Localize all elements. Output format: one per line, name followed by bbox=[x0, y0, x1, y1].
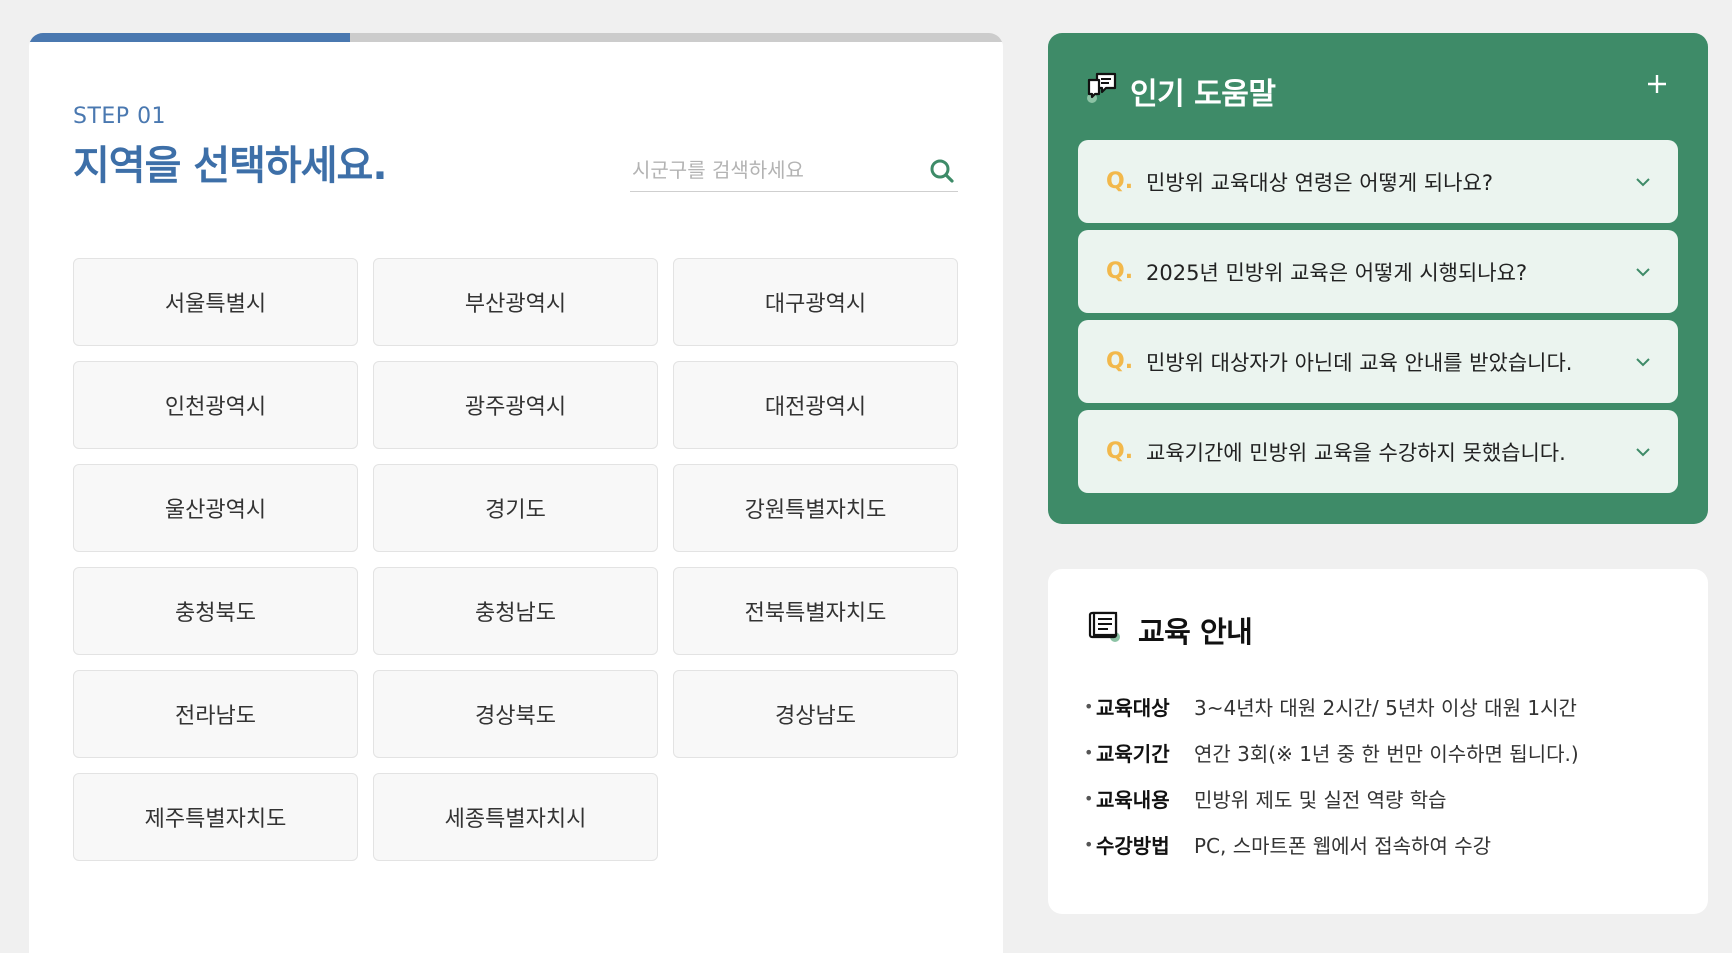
region-button[interactable]: 울산광역시 bbox=[73, 464, 358, 552]
region-button[interactable]: 경기도 bbox=[373, 464, 658, 552]
info-label: 교육내용 bbox=[1096, 787, 1170, 812]
region-button[interactable]: 경상남도 bbox=[673, 670, 958, 758]
faq-question: 2025년 민방위 교육은 어떻게 시행되나요? bbox=[1146, 260, 1528, 285]
bullet-icon: • bbox=[1084, 834, 1094, 854]
chevron-down-icon[interactable] bbox=[1634, 173, 1652, 191]
faq-list: Q. 민방위 교육대상 연령은 어떻게 되나요? Q. 2025년 민방위 교육은 어… bbox=[1078, 140, 1678, 500]
region-button[interactable]: 충청남도 bbox=[373, 567, 658, 655]
chevron-down-icon[interactable] bbox=[1634, 443, 1652, 461]
region-button[interactable]: 부산광역시 bbox=[373, 258, 658, 346]
info-title: 교육 안내 bbox=[1138, 615, 1253, 649]
info-list: • 교육대상 3~4년차 대원 2시간/ 5년차 이상 대원 1시간 • 교육기간 연간 … bbox=[1084, 683, 1684, 867]
info-row: • 수강방법 PC, 스마트폰 웹에서 접속하여 수강 bbox=[1084, 821, 1684, 867]
faq-question: 민방위 대상자가 아닌데 교육 안내를 받았습니다. bbox=[1146, 350, 1573, 375]
info-value: 3~4년차 대원 2시간/ 5년차 이상 대원 1시간 bbox=[1194, 695, 1577, 720]
faq-q-marker: Q. bbox=[1106, 259, 1134, 284]
step-progress-fill bbox=[29, 33, 351, 42]
chat-bubbles-icon bbox=[1087, 72, 1117, 103]
info-row: • 교육대상 3~4년차 대원 2시간/ 5년차 이상 대원 1시간 bbox=[1084, 683, 1684, 729]
region-button[interactable]: 강원특별자치도 bbox=[673, 464, 958, 552]
info-label: 교육기간 bbox=[1096, 741, 1170, 766]
region-grid: 서울특별시 부산광역시 대구광역시인천광역시 광주광역시 대전광역시울산광역시 경기도 강원… bbox=[73, 258, 958, 861]
faq-q-marker: Q. bbox=[1106, 169, 1134, 194]
region-button[interactable]: 제주특별자치도 bbox=[73, 773, 358, 861]
page-title: 지역을 선택하세요. bbox=[73, 143, 388, 189]
search-icon[interactable] bbox=[928, 157, 956, 185]
faq-question: 교육기간에 민방위 교육을 수강하지 못했습니다. bbox=[1146, 440, 1566, 465]
region-button[interactable]: 전라남도 bbox=[73, 670, 358, 758]
faq-title: 인기 도움말 bbox=[1130, 77, 1276, 112]
step-progress-bar bbox=[29, 33, 1003, 42]
region-button[interactable]: 대전광역시 bbox=[673, 361, 958, 449]
bullet-icon: • bbox=[1084, 742, 1094, 762]
region-button[interactable]: 충청북도 bbox=[73, 567, 358, 655]
info-row: • 교육내용 민방위 제도 및 실전 역량 학습 bbox=[1084, 775, 1684, 821]
region-button[interactable]: 서울특별시 bbox=[73, 258, 358, 346]
region-select-panel: STEP 01 지역을 선택하세요. 서울특별시부산광역시대구광역시인천광역시광… bbox=[29, 33, 1003, 953]
faq-q-marker: Q. bbox=[1106, 439, 1134, 464]
faq-panel: 인기 도움말 Q. 민방위 교육대상 연령은 어떻게 되나요? Q. 2025년 민방… bbox=[1048, 33, 1708, 524]
info-label: 수강방법 bbox=[1096, 833, 1170, 858]
region-button[interactable]: 광주광역시 bbox=[373, 361, 658, 449]
faq-question: 민방위 교육대상 연령은 어떻게 되나요? bbox=[1146, 170, 1493, 195]
faq-item[interactable]: Q. 교육기간에 민방위 교육을 수강하지 못했습니다. bbox=[1078, 410, 1678, 493]
document-icon bbox=[1088, 611, 1120, 642]
search-input[interactable] bbox=[630, 151, 912, 189]
faq-more-plus-icon[interactable] bbox=[1642, 69, 1672, 99]
faq-item[interactable]: Q. 민방위 대상자가 아닌데 교육 안내를 받았습니다. bbox=[1078, 320, 1678, 403]
info-row: • 교육기간 연간 3회(※ 1년 중 한 번만 이수하면 됩니다.) bbox=[1084, 729, 1684, 775]
region-button[interactable]: 전북특별자치도 bbox=[673, 567, 958, 655]
education-info-panel: 교육 안내 • 교육대상 3~4년차 대원 2시간/ 5년차 이상 대원 1시간 • 교… bbox=[1048, 569, 1708, 914]
chevron-down-icon[interactable] bbox=[1634, 353, 1652, 371]
region-button[interactable]: 인천광역시 bbox=[73, 361, 358, 449]
info-label: 교육대상 bbox=[1096, 695, 1170, 720]
region-search bbox=[630, 151, 958, 192]
faq-item[interactable]: Q. 2025년 민방위 교육은 어떻게 시행되나요? bbox=[1078, 230, 1678, 313]
region-button[interactable]: 대구광역시 bbox=[673, 258, 958, 346]
chevron-down-icon[interactable] bbox=[1634, 263, 1652, 281]
bullet-icon: • bbox=[1084, 696, 1094, 716]
bullet-icon: • bbox=[1084, 788, 1094, 808]
faq-item[interactable]: Q. 민방위 교육대상 연령은 어떻게 되나요? bbox=[1078, 140, 1678, 223]
region-button[interactable]: 경상북도 bbox=[373, 670, 658, 758]
step-label: STEP 01 bbox=[73, 104, 167, 129]
info-value: 민방위 제도 및 실전 역량 학습 bbox=[1194, 787, 1447, 812]
info-value: PC, 스마트폰 웹에서 접속하여 수강 bbox=[1194, 833, 1492, 858]
faq-q-marker: Q. bbox=[1106, 349, 1134, 374]
region-button[interactable]: 세종특별자치시 bbox=[373, 773, 658, 861]
info-value: 연간 3회(※ 1년 중 한 번만 이수하면 됩니다.) bbox=[1194, 741, 1579, 766]
